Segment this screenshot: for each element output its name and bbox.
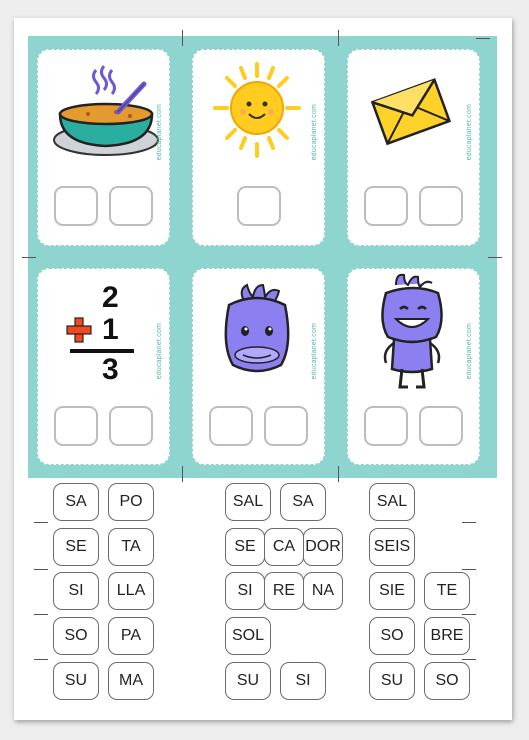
syllable-tile[interactable]: TE [424,572,470,610]
answer-box[interactable] [209,406,253,446]
envelope-icon [370,78,452,146]
syllable-tile[interactable]: SA [280,483,326,521]
cut-mark [488,257,502,258]
syllable-tile[interactable]: SU [53,662,99,700]
syllable-tile[interactable]: SO [424,662,470,700]
card-envelope: educaplanet.com [347,49,480,246]
syllable-tile[interactable]: BRE [424,617,470,655]
syllable-tile[interactable]: RE [264,572,304,610]
watermark-text: educaplanet.com [156,323,163,380]
syllable-tile[interactable]: PA [108,617,154,655]
syllable-tile[interactable]: SE [53,528,99,566]
syllable-tile[interactable]: SO [53,617,99,655]
monster-icon [381,273,443,389]
card-monster: educaplanet.com [347,268,480,465]
cut-mark [462,522,476,523]
answer-box[interactable] [237,186,281,226]
answer-box[interactable] [54,406,98,446]
syllable-tile[interactable]: SA [53,483,99,521]
syllable-tile[interactable]: SU [369,662,415,700]
card-soup-bowl: educaplanet.com [37,49,170,246]
watermark-text: educaplanet.com [156,104,163,161]
card-monster-head: educaplanet.com [192,268,325,465]
answer-box[interactable] [364,406,408,446]
answer-box[interactable] [419,406,463,446]
syllable-tile[interactable]: DOR [303,528,343,566]
syllable-tile[interactable]: SO [369,617,415,655]
cut-mark [338,30,339,46]
cut-mark [34,569,48,570]
card-sum: 2 1 3 educaplanet.com [37,268,170,465]
cut-mark [34,522,48,523]
cut-mark [34,614,48,615]
digit-result: 3 [102,353,119,386]
monster-head-icon [224,283,290,373]
cut-mark [182,30,183,46]
syllable-tile[interactable]: LLA [108,572,154,610]
watermark-text: educaplanet.com [466,323,473,380]
sun-icon [213,62,301,158]
syllable-tile[interactable]: SI [53,572,99,610]
cut-mark [182,466,183,482]
card-sun: educaplanet.com [192,49,325,246]
answer-box[interactable] [54,186,98,226]
watermark-text: educaplanet.com [466,104,473,161]
syllable-tile[interactable]: NA [303,572,343,610]
syllable-tile[interactable]: SIE [369,572,415,610]
cut-mark [462,614,476,615]
cut-mark [34,659,48,660]
answer-box[interactable] [419,186,463,226]
cut-mark [462,569,476,570]
answer-box[interactable] [364,186,408,226]
cut-mark [462,659,476,660]
answer-box[interactable] [109,186,153,226]
syllable-tile[interactable]: SU [225,662,271,700]
watermark-text: educaplanet.com [311,104,318,161]
cut-mark [338,466,339,482]
syllable-tile[interactable]: PO [108,483,154,521]
syllable-tile[interactable]: MA [108,662,154,700]
syllable-tile[interactable]: CA [264,528,304,566]
soup-bowl-icon [53,65,159,156]
sum-icon: 2 1 3 [38,269,171,399]
digit-middle: 1 [102,313,119,346]
cut-mark [476,38,490,39]
plus-sign-icon [66,317,92,343]
syllable-tile[interactable]: SAL [369,483,415,521]
syllable-tile[interactable]: SI [280,662,326,700]
syllable-tile[interactable]: SEIS [369,528,415,566]
syllable-tile[interactable]: SE [225,528,265,566]
cut-mark [22,257,36,258]
syllable-tile[interactable]: SAL [225,483,271,521]
syllable-tile[interactable]: SI [225,572,265,610]
syllable-tile[interactable]: TA [108,528,154,566]
answer-box[interactable] [109,406,153,446]
watermark-text: educaplanet.com [311,323,318,380]
syllable-tile[interactable]: SOL [225,617,271,655]
answer-box[interactable] [264,406,308,446]
digit-top: 2 [102,281,119,314]
